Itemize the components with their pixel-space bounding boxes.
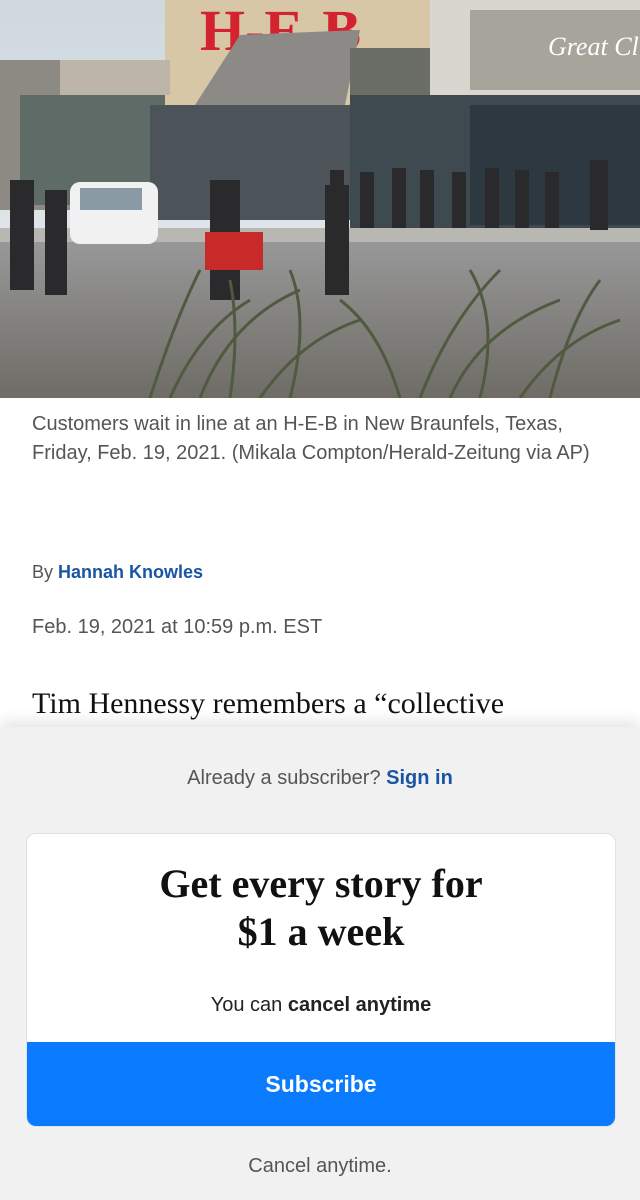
offer-headline: Get every story for $1 a week [27,860,615,956]
byline: By Hannah Knowles [32,562,203,583]
subscriber-prompt: Already a subscriber? Sign in [0,767,640,790]
cancel-note: You can cancel anytime [27,994,615,1017]
publish-date: Feb. 19, 2021 at 10:59 p.m. EST [32,616,323,638]
article-photo: H-E-B Great Clips [0,0,640,398]
offer-headline-line2: $1 a week [237,909,405,954]
cancel-note-bold: cancel anytime [287,994,432,1016]
paywall-overlay: Already a subscriber? Sign in Get every … [0,727,640,1200]
cancel-anytime-footer: Cancel anytime. [248,1155,392,1177]
article-lede: Tim Hennessy remembers a “collective [32,687,505,720]
offer-headline-line1: Get every story for [159,861,483,906]
subscribe-button[interactable]: Subscribe [27,1042,615,1126]
already-subscriber-text: Already a subscriber? [187,767,381,789]
author-link[interactable]: Hannah Knowles [58,562,203,582]
great-clips-sign: Great Clips [548,32,640,61]
storefront-image: H-E-B Great Clips [0,0,640,398]
cancel-note-prefix: You can [210,994,283,1016]
byline-prefix: By [32,562,54,582]
sign-in-link[interactable]: Sign in [386,767,453,789]
offer-card: Get every story for $1 a week You can ca… [26,833,616,1127]
photo-caption: Customers wait in line at an H-E-B in Ne… [32,413,590,464]
